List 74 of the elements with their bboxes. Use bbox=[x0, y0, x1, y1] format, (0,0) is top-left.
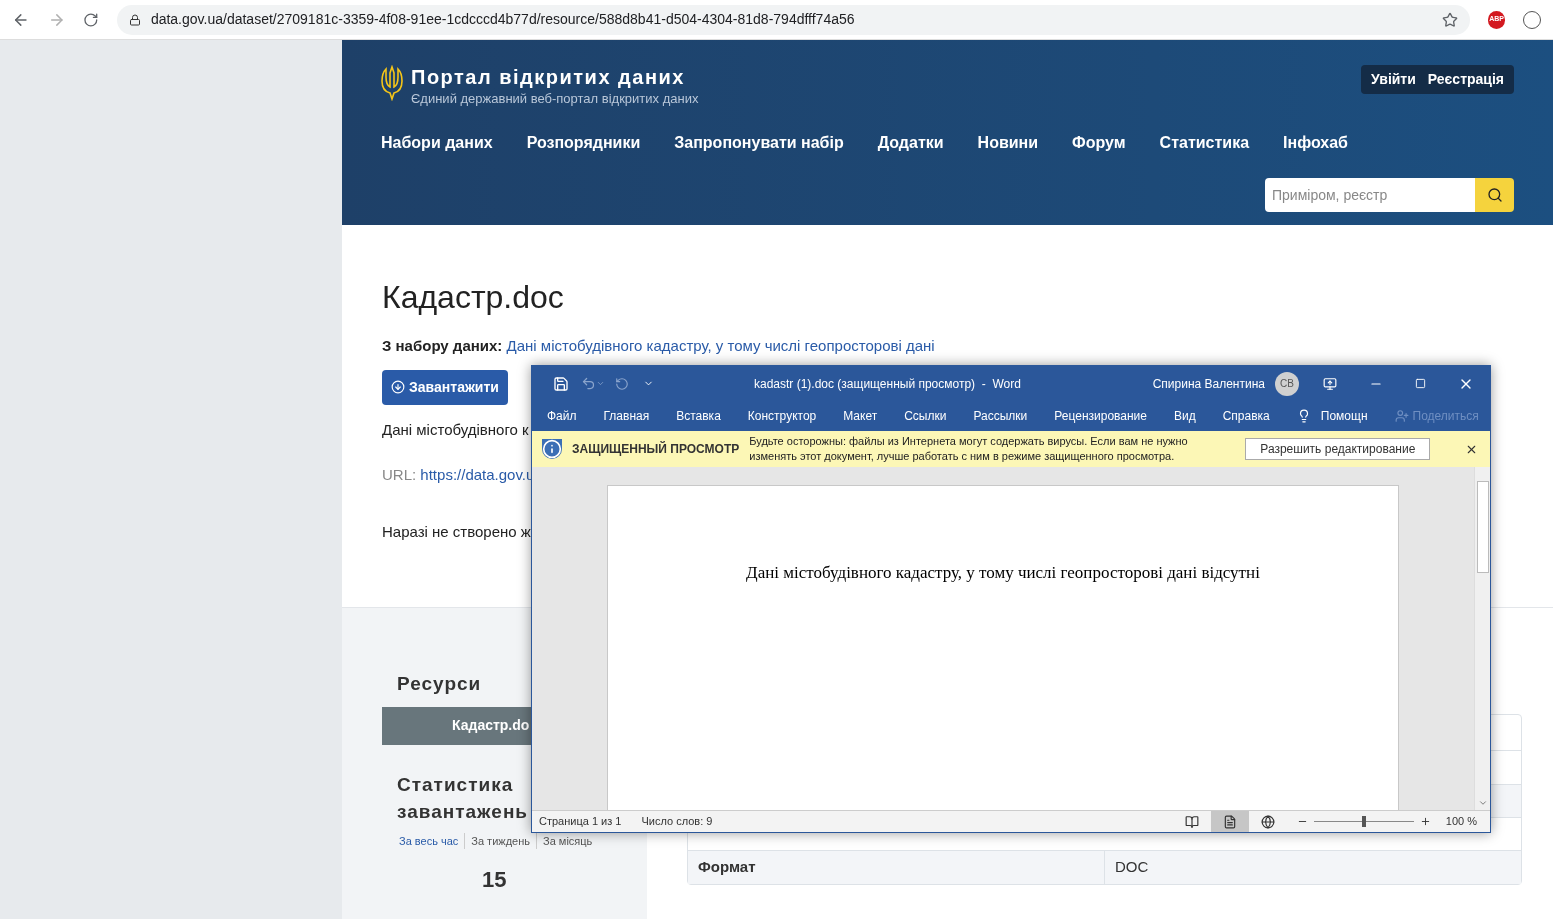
zoom-slider-thumb[interactable] bbox=[1361, 816, 1366, 827]
resource-url-link[interactable]: https://data.gov.u bbox=[420, 466, 535, 483]
nav-link[interactable]: Інфохаб bbox=[1283, 130, 1348, 155]
window-title: kadastr (1).doc (защищенный просмотр) - Word bbox=[754, 375, 1021, 393]
table-cell-text: DOC bbox=[1114, 857, 1150, 878]
ribbon-tab[interactable]: Рецензирование bbox=[1054, 407, 1147, 425]
enable-editing-button[interactable]: Разрешить редактирование bbox=[1245, 438, 1431, 460]
ribbon-tab[interactable]: Макет bbox=[843, 407, 878, 425]
nav-link[interactable]: Новини bbox=[977, 130, 1039, 155]
register-link[interactable]: Реєстрація bbox=[1427, 69, 1504, 90]
help-search[interactable]: Помощн bbox=[1296, 407, 1368, 425]
nav-link[interactable]: Запропонувати набір bbox=[674, 130, 844, 155]
protected-view-message: Будьте осторожны: файлы из Интернета могут содержать вирусы. Если вам не нужно изменять этот документ, лучше работать с ним в режиме защищенного просмотра. bbox=[749, 434, 1189, 464]
resources-heading: Ресурси bbox=[396, 672, 483, 696]
nav-link[interactable]: Статистика bbox=[1159, 130, 1250, 155]
nav-link[interactable]: Набори даних bbox=[381, 130, 493, 155]
zoom-in-icon[interactable] bbox=[1419, 816, 1431, 827]
ribbon-tab[interactable]: Вставка bbox=[676, 407, 721, 425]
lock-icon bbox=[128, 13, 141, 26]
ribbon-display-icon[interactable] bbox=[1323, 376, 1337, 391]
word-count: Число слов: 9 bbox=[641, 814, 713, 830]
view-mode-button[interactable] bbox=[1210, 811, 1249, 832]
dataset-label: З набору даних: bbox=[382, 337, 503, 354]
save-icon[interactable] bbox=[553, 375, 569, 392]
book-icon bbox=[1184, 814, 1199, 829]
zoom-slider[interactable] bbox=[1313, 815, 1414, 828]
ribbon-tab[interactable]: Справка bbox=[1222, 407, 1270, 425]
zoom-percent: 100 % bbox=[1445, 814, 1477, 830]
address-bar[interactable]: data.gov.ua/dataset/2709181c-3359-4f08-91ee-1cdcccd4b77d/resource/588d8b41-d504-4304-81d8-794dfff74a56 bbox=[116, 4, 1470, 35]
dataset-link[interactable]: Дані містобудівного кадастру, у тому числі геопросторові дані bbox=[506, 337, 935, 354]
nav-link[interactable]: Додатки bbox=[877, 130, 944, 155]
page-icon bbox=[1222, 814, 1237, 829]
nav-link[interactable]: Форум bbox=[1072, 130, 1126, 155]
table-cell: Формат bbox=[688, 851, 1105, 884]
search-field[interactable]: Приміром, реєстр bbox=[1265, 177, 1475, 212]
reload-icon[interactable] bbox=[83, 11, 99, 28]
protected-view-title: ЗАЩИЩЕННЫЙ ПРОСМОТР bbox=[572, 440, 740, 458]
ribbon-tab[interactable]: Рассылки bbox=[973, 407, 1028, 425]
download-icon bbox=[391, 380, 406, 394]
bookmark-star-icon[interactable] bbox=[1441, 11, 1458, 28]
user-name: Спирина Валентина bbox=[1152, 375, 1265, 393]
trident-logo-icon bbox=[381, 65, 403, 101]
download-button[interactable]: Завантажити bbox=[382, 369, 508, 405]
resource-item[interactable]: Кадастр.do bbox=[382, 706, 531, 745]
ribbon-tab[interactable]: Конструктор bbox=[747, 407, 817, 425]
search-button[interactable] bbox=[1475, 177, 1514, 212]
stats-heading: Статистика завантажень bbox=[396, 772, 530, 824]
resource-description: Дані містобудівного к bbox=[382, 419, 529, 440]
url-text: data.gov.ua/dataset/2709181c-3359-4f08-91ee-1cdcccd4b77d/resource/588d8b41-d504-4304-81d8-794dfff74a56 bbox=[150, 10, 855, 29]
scrollbar-thumb[interactable] bbox=[1476, 481, 1489, 573]
shield-info-icon bbox=[542, 439, 562, 459]
undo-icon[interactable] bbox=[581, 376, 596, 391]
redo-icon[interactable] bbox=[615, 376, 629, 391]
stats-period-tab[interactable]: За весь час bbox=[399, 832, 465, 849]
page-title: Кадастр.doc bbox=[382, 278, 565, 317]
ribbon-tab[interactable]: Ссылки bbox=[904, 407, 947, 425]
scrollbar[interactable] bbox=[1474, 467, 1490, 810]
url-label: URL: bbox=[382, 466, 417, 483]
ribbon-tab[interactable]: Главная bbox=[603, 407, 650, 425]
user-avatar[interactable]: СВ bbox=[1275, 371, 1299, 396]
search-icon bbox=[1486, 186, 1503, 203]
nav-link[interactable]: Розпорядники bbox=[526, 130, 641, 155]
globe-icon bbox=[1260, 814, 1275, 829]
views-note: Наразі не створено ж bbox=[382, 521, 531, 542]
download-count: 15 bbox=[481, 866, 508, 894]
login-link[interactable]: Увійти bbox=[1371, 69, 1416, 90]
site-subtitle: Єдиний державний веб-портал відкритих даних bbox=[411, 90, 699, 108]
ribbon-tab[interactable]: Вид bbox=[1174, 407, 1196, 425]
page-count: Страница 1 из 1 bbox=[539, 814, 622, 830]
document-text: Дані містобудівного кадастру, у тому числі геопросторові дані відсутні bbox=[746, 562, 1260, 584]
ribbon-tab[interactable]: Файл bbox=[547, 407, 577, 425]
site-title[interactable]: Портал відкритих даних bbox=[411, 65, 699, 89]
person-icon bbox=[1394, 409, 1409, 423]
maximize-icon[interactable] bbox=[1415, 378, 1426, 389]
